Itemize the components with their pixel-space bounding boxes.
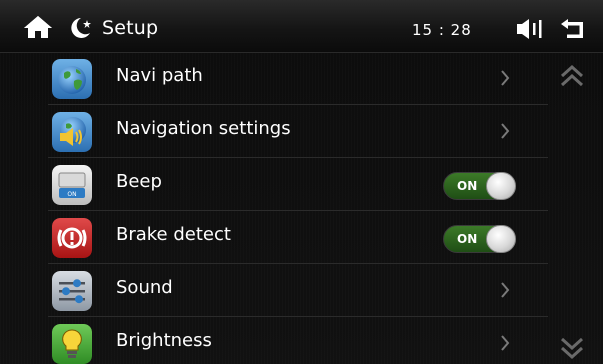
chevron-right-icon <box>501 282 510 298</box>
clock: 15 : 28 <box>412 21 472 39</box>
settings-list: Navi path Navigation settings ON Beep ON… <box>48 52 548 364</box>
beep-icon: ON <box>52 165 92 205</box>
list-item-label: Brightness <box>116 330 212 351</box>
list-item-label: Brake detect <box>116 224 231 245</box>
back-icon[interactable] <box>559 18 587 40</box>
brake-detect-toggle[interactable]: ON <box>443 225 516 253</box>
list-item-brake-detect: Brake detect ON <box>48 211 548 264</box>
chevron-right-icon <box>501 123 510 139</box>
scroll-up-icon[interactable] <box>559 64 585 88</box>
toggle-knob <box>486 225 516 253</box>
volume-icon[interactable] <box>515 17 545 41</box>
toggle-state-text: ON <box>457 179 478 193</box>
home-icon[interactable] <box>22 14 54 40</box>
top-bar: Setup 15 : 28 <box>0 0 603 53</box>
list-item-label: Navigation settings <box>116 118 291 139</box>
list-item-sound[interactable]: Sound <box>48 264 548 317</box>
page-title: Setup <box>102 17 159 39</box>
list-item-label: Navi path <box>116 65 203 86</box>
list-item-label: Sound <box>116 277 173 298</box>
toggle-state-text: ON <box>457 232 478 246</box>
toggle-knob <box>486 172 516 200</box>
equalizer-icon <box>52 271 92 311</box>
setup-screen: Setup 15 : 28 Navi path Navigation setti… <box>0 0 603 364</box>
list-item-navigation-settings[interactable]: Navigation settings <box>48 105 548 158</box>
list-item-beep: ON Beep ON <box>48 158 548 211</box>
svg-text:ON: ON <box>67 191 76 198</box>
list-item-brightness[interactable]: Brightness <box>48 317 548 364</box>
navigation-speaker-icon <box>52 112 92 152</box>
list-item-label: Beep <box>116 171 162 192</box>
bulb-icon <box>52 324 92 364</box>
night-mode-icon[interactable] <box>68 16 94 40</box>
scroll-down-icon[interactable] <box>559 336 585 360</box>
beep-toggle[interactable]: ON <box>443 172 516 200</box>
globe-icon <box>52 59 92 99</box>
list-item-navi-path[interactable]: Navi path <box>48 52 548 105</box>
chevron-right-icon <box>501 335 510 351</box>
chevron-right-icon <box>501 70 510 86</box>
brake-icon <box>52 218 92 258</box>
